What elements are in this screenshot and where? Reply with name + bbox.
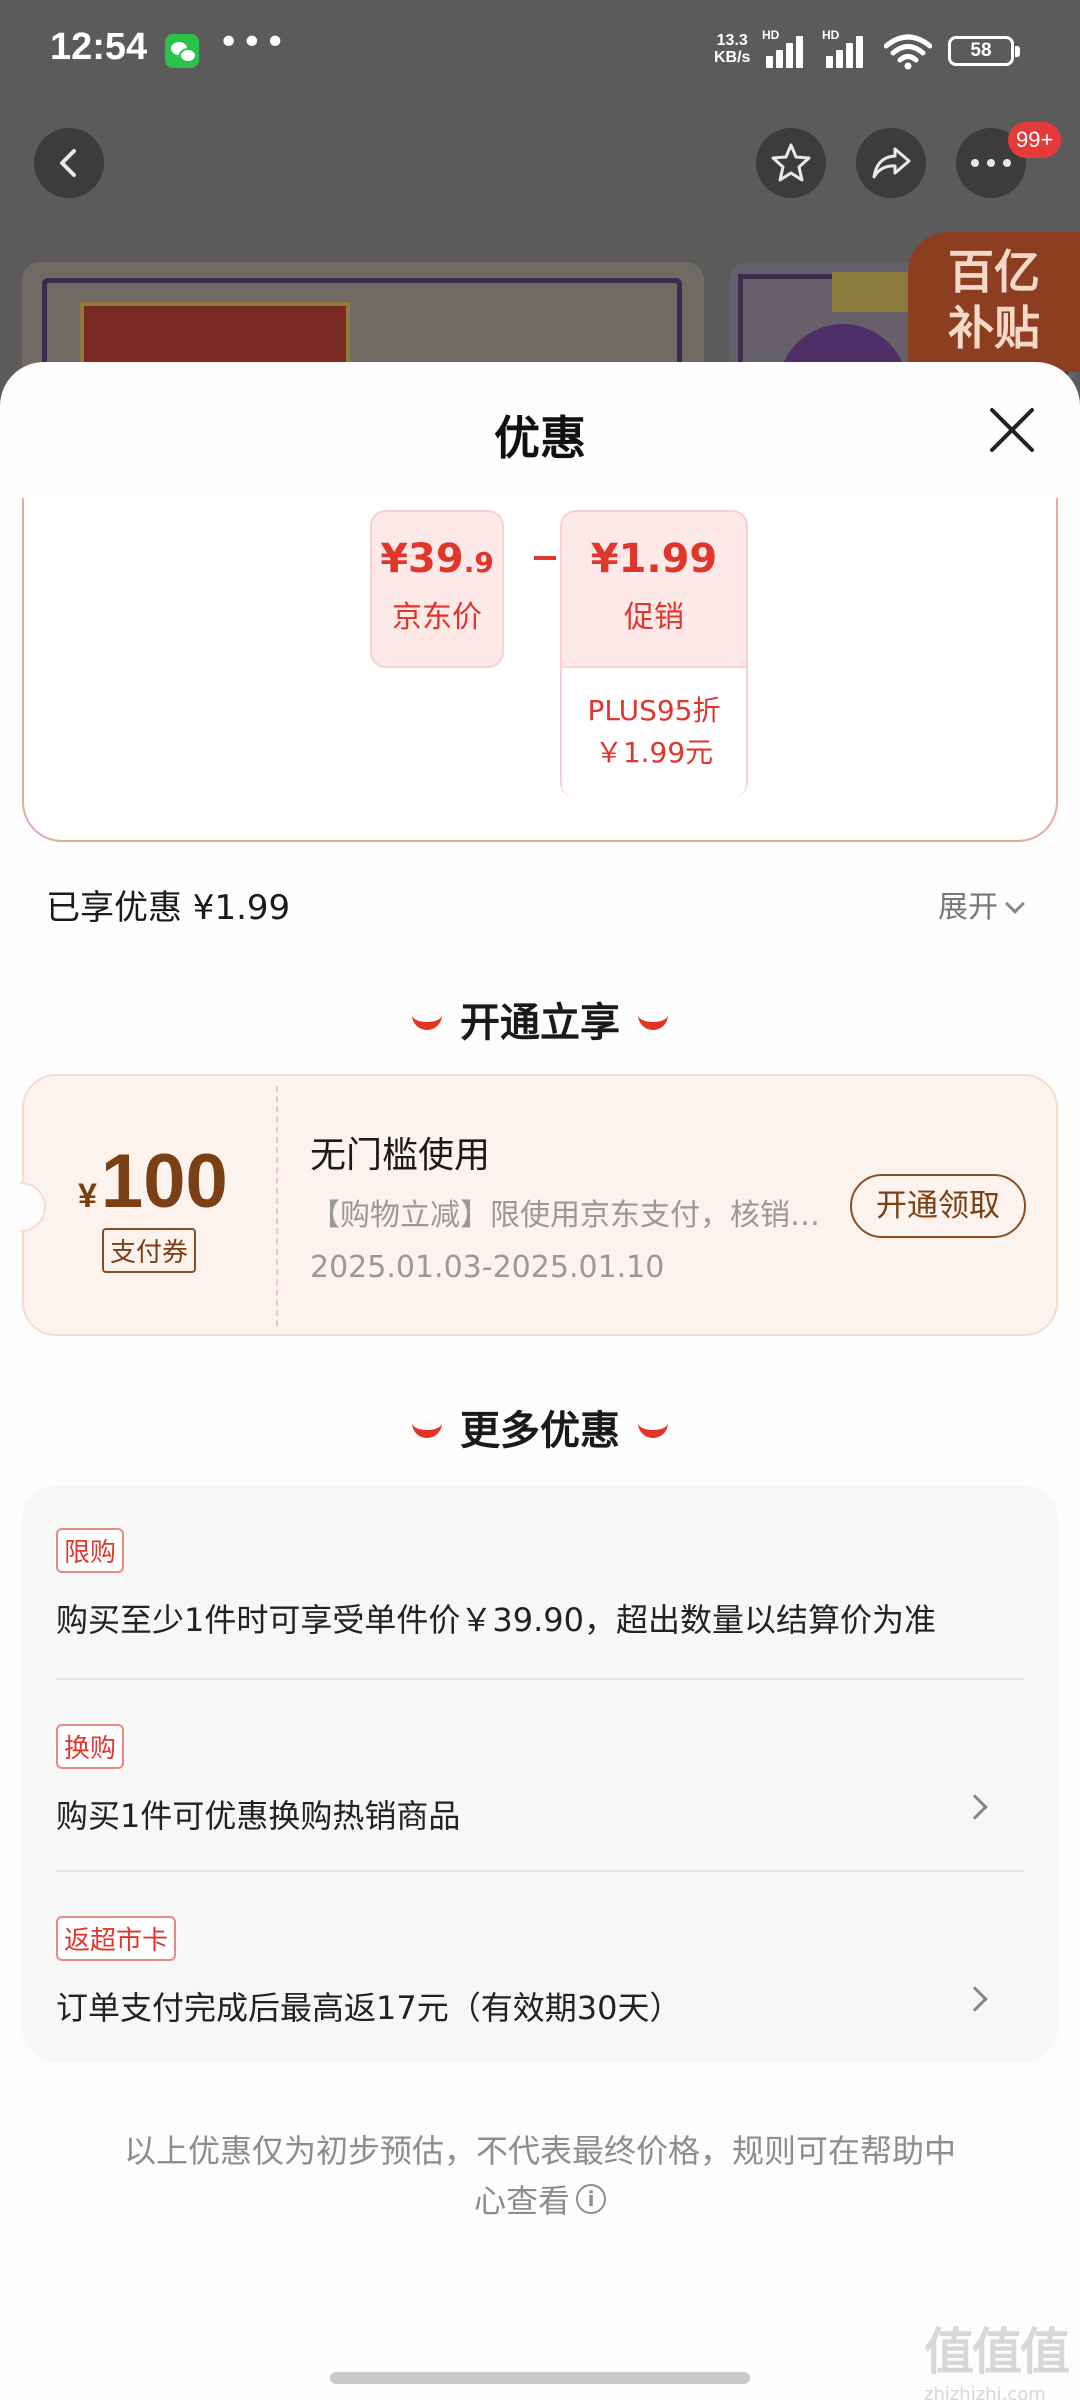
status-time: 12:54 bbox=[50, 26, 148, 68]
smile-decor-icon bbox=[412, 1012, 442, 1030]
disclaimer-text: 以上优惠仅为初步预估，不代表最终价格，规则可在帮助中心查看 bbox=[123, 2132, 956, 2220]
share-button[interactable] bbox=[856, 128, 926, 198]
battery-icon: 58 bbox=[948, 36, 1020, 66]
coupon-value: ¥100 bbox=[78, 1139, 228, 1224]
offer-item-exchange[interactable]: 换购 购买1件可优惠换购热销商品 bbox=[56, 1724, 1024, 1837]
share-icon bbox=[872, 147, 911, 179]
promo-box: ¥1.99 促销 PLUS95折 ￥1.99元 bbox=[560, 510, 748, 798]
offer-tag: 返超市卡 bbox=[56, 1916, 177, 1961]
offer-item-limit: 限购 购买至少1件时可享受单件价￥39.90，超出数量以结算价为准 bbox=[56, 1528, 1024, 1641]
open-section-title: 开通立享 bbox=[0, 990, 1080, 1048]
wechat-icon bbox=[165, 34, 199, 68]
smile-decor-icon bbox=[638, 1420, 668, 1438]
info-icon[interactable]: i bbox=[576, 2184, 606, 2214]
more-icon bbox=[971, 159, 1011, 167]
expand-button[interactable]: 展开 bbox=[938, 882, 1025, 926]
sheet-title: 优惠 bbox=[494, 411, 586, 465]
offer-tag: 换购 bbox=[56, 1724, 125, 1769]
status-bar: 12:54 ••• 13.3 KB/s HD HD 58 bbox=[0, 0, 1080, 100]
smile-decor-icon bbox=[412, 1420, 442, 1438]
star-icon bbox=[771, 143, 811, 182]
jd-price-box: ¥39.9 京东价 bbox=[370, 510, 504, 668]
jd-price-amount: ¥39.9 bbox=[380, 536, 494, 582]
watermark: 值值值 zhizhizhi.com bbox=[924, 2312, 1074, 2400]
net-speed: 13.3 KB/s bbox=[714, 32, 750, 66]
chevron-down-icon bbox=[1005, 894, 1025, 914]
subsidy-line1: 百亿 bbox=[948, 245, 1040, 299]
home-indicator[interactable] bbox=[330, 2372, 750, 2384]
more-section-title: 更多优惠 bbox=[0, 1398, 1080, 1456]
offer-text: 订单支付完成后最高返17元（有效期30天） bbox=[56, 1989, 682, 2027]
price-formula-card: ¥39.9 京东价 ¥1.99 促销 PLUS95折 ￥1.99元 bbox=[22, 498, 1058, 842]
net-speed-unit: KB/s bbox=[714, 49, 751, 66]
minus-operator bbox=[534, 556, 556, 560]
favorite-button[interactable] bbox=[756, 128, 826, 198]
coupon-title: 无门槛使用 bbox=[310, 1135, 491, 1176]
close-icon[interactable] bbox=[984, 402, 1040, 458]
message-badge: 99+ bbox=[1008, 122, 1062, 158]
sim1-label: HD bbox=[762, 28, 780, 42]
jd-price-label: 京东价 bbox=[392, 600, 482, 635]
signal-icon: HD bbox=[762, 28, 812, 68]
status-more-dots: ••• bbox=[218, 22, 288, 63]
offer-text: 购买1件可优惠换购热销商品 bbox=[56, 1797, 461, 1835]
back-arrow-icon bbox=[60, 149, 76, 177]
sim2-label: HD bbox=[822, 28, 840, 42]
more-offers-card: 限购 购买至少1件时可享受单件价￥39.90，超出数量以结算价为准 换购 购买1… bbox=[22, 1486, 1058, 2062]
promo-label: 促销 bbox=[624, 600, 684, 635]
enjoyed-discount: 已享优惠 ¥1.99 bbox=[46, 888, 291, 928]
watermark-logo: 值值值 bbox=[924, 2323, 1070, 2381]
subsidy-line2: 补贴 bbox=[948, 301, 1040, 355]
coupon-description: 【购物立减】限使用京东支付，核销后不可退回 bbox=[310, 1198, 840, 1233]
watermark-url: zhizhizhi.com bbox=[924, 2384, 1046, 2400]
offer-tag: 限购 bbox=[56, 1528, 125, 1573]
promo-detail-line2: ￥1.99元 bbox=[594, 736, 714, 769]
promo-amount: ¥1.99 bbox=[590, 536, 718, 582]
wifi-icon bbox=[884, 34, 932, 70]
offer-item-cashback[interactable]: 返超市卡 订单支付完成后最高返17元（有效期30天） bbox=[56, 1916, 1024, 2029]
signal-icon: HD bbox=[822, 28, 872, 68]
disclaimer: 以上优惠仅为初步预估，不代表最终价格，规则可在帮助中心查看 i bbox=[120, 2126, 960, 2226]
coupon-date-range: 2025.01.03-2025.01.10 bbox=[310, 1250, 665, 1285]
back-button[interactable] bbox=[34, 128, 104, 198]
payment-coupon-card: ¥100 支付券 无门槛使用 【购物立减】限使用京东支付，核销后不可退回 202… bbox=[20, 1074, 1058, 1336]
promo-detail-line1: PLUS95折 bbox=[587, 694, 721, 727]
smile-decor-icon bbox=[638, 1012, 668, 1030]
offer-text: 购买至少1件时可享受单件价￥39.90，超出数量以结算价为准 bbox=[56, 1601, 936, 1639]
subsidy-badge: 百亿 补贴 bbox=[908, 232, 1080, 372]
coupon-type-tag: 支付券 bbox=[102, 1228, 197, 1273]
claim-coupon-button[interactable]: 开通领取 bbox=[850, 1174, 1026, 1238]
promo-detail: PLUS95折 ￥1.99元 bbox=[562, 690, 746, 774]
expand-label: 展开 bbox=[938, 890, 998, 925]
net-speed-value: 13.3 bbox=[716, 32, 748, 49]
